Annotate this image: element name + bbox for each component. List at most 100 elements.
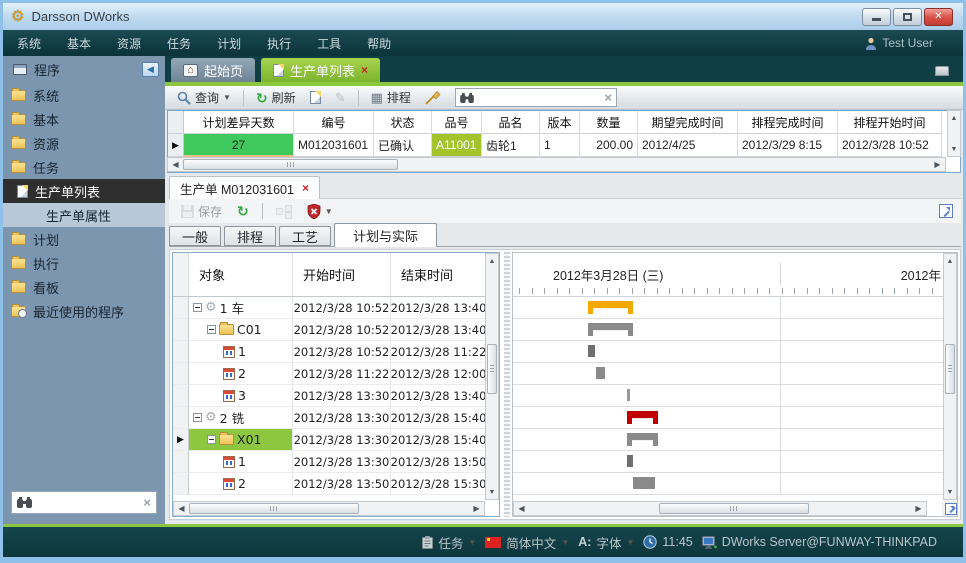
new-button[interactable]	[306, 89, 325, 106]
refresh-button[interactable]: 刷新	[252, 87, 300, 108]
edit-button[interactable]	[331, 88, 350, 108]
panel-splitter[interactable]	[504, 252, 510, 517]
collapse-expander-icon[interactable]	[207, 435, 216, 444]
col-qty[interactable]: 数量	[580, 111, 638, 134]
sidebar-item-production-order-list[interactable]: 生产单列表	[3, 179, 165, 203]
col-sched-start[interactable]: 排程开始时间	[838, 111, 942, 134]
col-item-name[interactable]: 品名	[482, 111, 540, 134]
hierarchy-button[interactable]	[272, 203, 296, 219]
scroll-left-icon[interactable]: ◀	[514, 502, 529, 515]
tree-row-op-2b[interactable]: 2 2012/3/28 13:50 2012/3/28 15:30	[173, 473, 485, 495]
gantt-bar-task[interactable]	[588, 345, 595, 357]
col-version[interactable]: 版本	[540, 111, 580, 134]
scroll-thumb[interactable]	[945, 344, 955, 394]
sidebar-search-input[interactable]	[37, 496, 138, 510]
scroll-left-icon[interactable]: ◀	[174, 502, 189, 515]
sidebar-item-production-order-props[interactable]: 生产单属性	[3, 203, 165, 227]
scroll-thumb[interactable]	[189, 503, 359, 514]
col-start-time[interactable]: 开始时间	[293, 253, 391, 296]
task-dropdown[interactable]: 任务	[422, 533, 476, 552]
pin-icon[interactable]	[935, 66, 949, 76]
menu-task[interactable]: 任务	[167, 35, 191, 52]
detail-refresh-button[interactable]	[233, 202, 253, 220]
tree-horizontal-scrollbar[interactable]: ◀ ▶	[173, 501, 485, 516]
sidebar-item-basic[interactable]: 基本	[3, 107, 165, 131]
col-item-no[interactable]: 品号	[432, 111, 482, 134]
language-dropdown[interactable]: 简体中文	[485, 533, 569, 552]
close-tab-icon[interactable]	[361, 63, 368, 77]
sidebar-item-recent-programs[interactable]: 最近使用的程序	[3, 299, 165, 323]
gantt-vertical-scrollbar[interactable]: ▲ ▼	[943, 253, 957, 500]
sidebar-item-resource[interactable]: 资源	[3, 131, 165, 155]
sidebar-item-task[interactable]: 任务	[3, 155, 165, 179]
schedule-button[interactable]: 排程	[367, 87, 415, 108]
scroll-thumb[interactable]	[183, 159, 398, 170]
tree-row-machine-2[interactable]: 2 铣 2012/3/28 13:30 2012/3/28 15:40	[173, 407, 485, 429]
clean-button[interactable]	[421, 89, 445, 107]
gantt-expand-button[interactable]	[942, 501, 957, 516]
tree-row-c01[interactable]: C01 2012/3/28 10:52 2012/3/28 13:40	[173, 319, 485, 341]
scroll-up-icon[interactable]: ▲	[948, 111, 960, 125]
tab-general[interactable]: 一般	[169, 226, 221, 246]
col-sched-finish[interactable]: 排程完成时间	[738, 111, 838, 134]
tree-row-op-1b[interactable]: 1 2012/3/28 13:30 2012/3/28 13:50	[173, 451, 485, 473]
save-button[interactable]: 保存	[177, 201, 226, 222]
tree-row-op-1[interactable]: 1 2012/3/28 10:52 2012/3/28 11:22	[173, 341, 485, 363]
menu-plan[interactable]: 计划	[217, 35, 241, 52]
col-plan-diff-days[interactable]: 计划差异天数	[184, 111, 294, 134]
scroll-thumb[interactable]	[487, 344, 497, 394]
gantt-bar-task[interactable]	[633, 477, 655, 489]
gantt-bar-summary[interactable]	[627, 433, 658, 446]
scroll-right-icon[interactable]: ▶	[930, 158, 945, 171]
grid-vertical-scrollbar[interactable]: ▲ ▼	[947, 110, 961, 157]
close-doc-tab-icon[interactable]	[302, 181, 309, 195]
close-button[interactable]: ✕	[924, 8, 953, 26]
scroll-right-icon[interactable]: ▶	[911, 502, 926, 515]
maximize-button[interactable]	[893, 8, 922, 26]
gantt-bar-task[interactable]	[596, 367, 605, 379]
tree-row-op-2[interactable]: 2 2012/3/28 11:22 2012/3/28 12:00	[173, 363, 485, 385]
tree-row-machine-1[interactable]: 1 车 2012/3/28 10:52 2012/3/28 13:40	[173, 297, 485, 319]
minimize-button[interactable]	[862, 8, 891, 26]
font-dropdown[interactable]: 字体	[578, 533, 634, 552]
col-status[interactable]: 状态	[374, 111, 432, 134]
sidebar-item-system[interactable]: 系统	[3, 83, 165, 107]
detail-doc-tab[interactable]: 生产单 M012031601	[169, 176, 320, 199]
tab-production-order-list[interactable]: 生产单列表	[261, 58, 380, 82]
collapse-expander-icon[interactable]	[207, 325, 216, 334]
open-in-window-icon[interactable]	[939, 204, 953, 218]
gantt-bar-summary[interactable]	[588, 301, 633, 314]
clear-search-icon[interactable]	[604, 90, 612, 105]
scroll-down-icon[interactable]: ▼	[948, 142, 960, 156]
col-expect-finish[interactable]: 期望完成时间	[638, 111, 738, 134]
collapse-expander-icon[interactable]	[193, 303, 202, 312]
user-badge[interactable]: Test User	[865, 36, 949, 50]
sidebar-collapse-button[interactable]: ◀	[142, 62, 159, 77]
menu-help[interactable]: 帮助	[367, 35, 391, 52]
sidebar-item-kanban[interactable]: 看板	[3, 275, 165, 299]
tab-plan-vs-actual[interactable]: 计划与实际	[334, 223, 437, 247]
scroll-thumb[interactable]	[659, 503, 809, 514]
scroll-left-icon[interactable]: ◀	[168, 158, 183, 171]
gantt-bar-summary[interactable]	[588, 323, 633, 336]
menu-basic[interactable]: 基本	[67, 35, 91, 52]
collapse-expander-icon[interactable]	[193, 413, 202, 422]
menu-tools[interactable]: 工具	[317, 35, 341, 52]
scroll-down-icon[interactable]: ▼	[944, 485, 956, 499]
col-object[interactable]: 对象	[189, 253, 293, 296]
list-search-input[interactable]	[478, 91, 600, 105]
grid-horizontal-scrollbar[interactable]: ◀ ▶	[167, 157, 946, 172]
cancel-confirm-button[interactable]	[303, 202, 337, 221]
scroll-up-icon[interactable]: ▲	[944, 254, 956, 268]
tab-start-page[interactable]: 起始页	[171, 58, 255, 82]
order-row[interactable]: 27 M012031601 已确认 A11001 齿轮1 1 200.00 20…	[168, 134, 960, 157]
sidebar-item-plan[interactable]: 计划	[3, 227, 165, 251]
gantt-horizontal-scrollbar[interactable]: ◀ ▶	[513, 501, 927, 516]
menu-execute[interactable]: 执行	[267, 35, 291, 52]
tree-vertical-scrollbar[interactable]: ▲ ▼	[485, 253, 499, 500]
tree-row-x01-selected[interactable]: ▶ X01 2012/3/28 13:30 2012/3/28 15:40	[173, 429, 485, 451]
gantt-bar-task[interactable]	[627, 455, 633, 467]
gantt-bar-summary[interactable]	[627, 411, 658, 424]
tab-schedule[interactable]: 排程	[224, 226, 276, 246]
col-number[interactable]: 编号	[294, 111, 374, 134]
